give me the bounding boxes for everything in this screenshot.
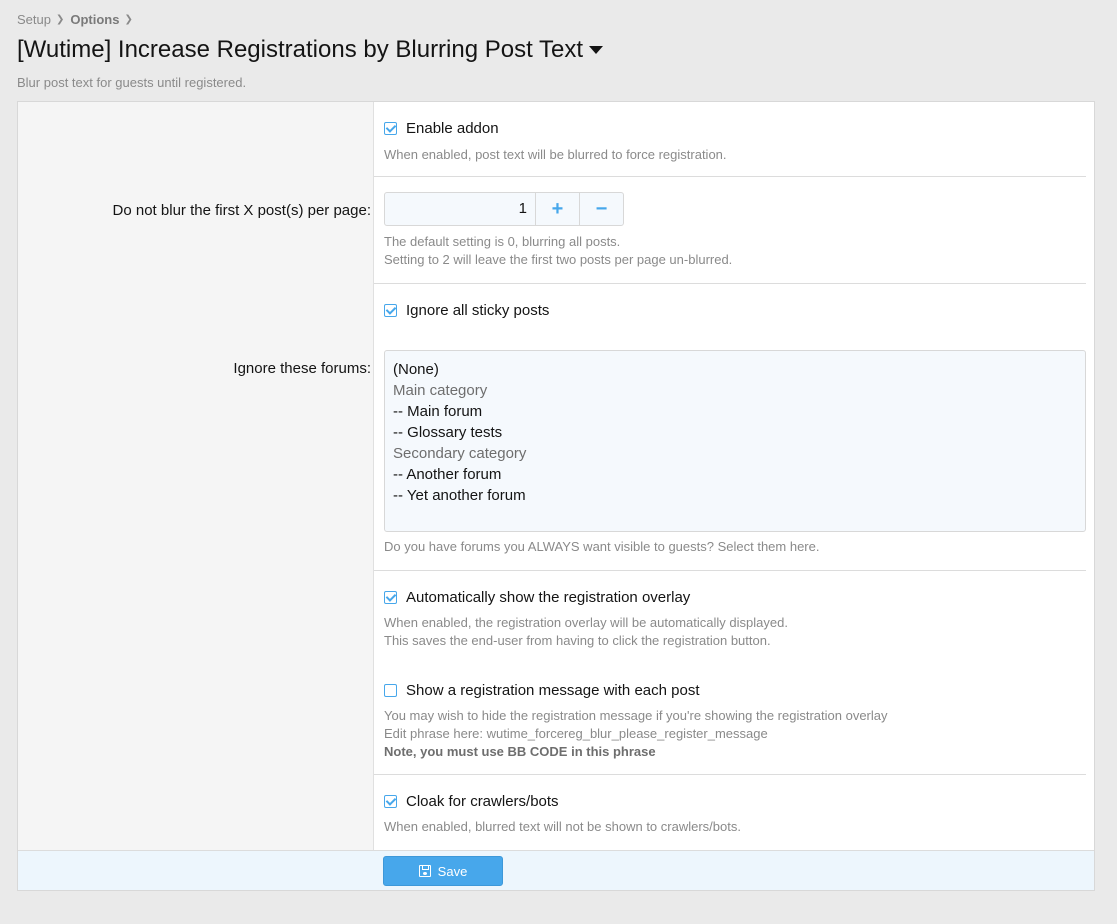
chevron-right-icon: ❯ <box>55 14 65 25</box>
page: Setup ❯ Options ❯ [Wutime] Increase Regi… <box>0 0 1117 924</box>
options-panel: Enable addon When enabled, post text wil… <box>17 101 1095 891</box>
decrement-button[interactable]: − <box>579 193 623 225</box>
forum-optgroup: Main category <box>393 382 488 399</box>
form-footer: Save <box>18 850 1094 890</box>
divider <box>374 283 1086 284</box>
reg-message-checkbox-row[interactable]: Show a registration message with each po… <box>384 682 700 699</box>
cloak-checkbox-row[interactable]: Cloak for crawlers/bots <box>384 793 559 810</box>
breadcrumb: Setup ❯ Options ❯ <box>17 12 139 27</box>
auto-overlay-checkbox-row[interactable]: Automatically show the registration over… <box>384 589 690 606</box>
auto-overlay-hint-2: This saves the end-user from having to c… <box>384 633 771 648</box>
reg-message-hint-1: You may wish to hide the registration me… <box>384 708 888 723</box>
breadcrumb-options[interactable]: Options <box>70 12 119 27</box>
cloak-label: Cloak for crawlers/bots <box>406 793 559 810</box>
chevron-right-icon: ❯ <box>124 14 133 25</box>
first-posts-label: Do not blur the first X post(s) per page… <box>112 202 371 219</box>
reg-message-hint-2: Edit phrase here: wutime_forcereg_blur_p… <box>384 726 768 741</box>
ignore-sticky-checkbox-row[interactable]: Ignore all sticky posts <box>384 302 549 319</box>
enable-addon-checkbox[interactable] <box>384 122 397 135</box>
save-button-label: Save <box>437 863 468 879</box>
reg-message-hint-3: Note, you must use BB CODE in this phras… <box>384 743 656 761</box>
increment-button[interactable]: + <box>536 193 579 225</box>
first-posts-input[interactable]: 1 <box>385 193 536 225</box>
forum-option[interactable]: -- Yet another forum <box>393 485 1077 506</box>
save-icon <box>418 865 431 877</box>
divider <box>374 774 1086 775</box>
cloak-hint: When enabled, blurred text will not be s… <box>384 819 741 834</box>
forum-option[interactable]: -- Glossary tests <box>393 422 1077 443</box>
divider <box>374 570 1086 571</box>
page-title: [Wutime] Increase Registrations by Blurr… <box>17 36 604 64</box>
save-button[interactable]: Save <box>383 856 503 886</box>
first-posts-stepper: 1 + − <box>384 192 624 226</box>
forum-option[interactable]: -- Main forum <box>393 401 1077 422</box>
first-posts-hint-2: Setting to 2 will leave the first two po… <box>384 252 733 267</box>
ignore-forums-hint: Do you have forums you ALWAYS want visib… <box>384 539 820 554</box>
auto-overlay-checkbox[interactable] <box>384 591 397 604</box>
reg-message-checkbox[interactable] <box>384 684 397 697</box>
ignore-forums-label: Ignore these forums: <box>233 360 371 377</box>
reg-message-label: Show a registration message with each po… <box>406 682 700 699</box>
auto-overlay-label: Automatically show the registration over… <box>406 589 691 606</box>
divider <box>374 176 1086 177</box>
enable-addon-checkbox-row[interactable]: Enable addon <box>384 120 499 137</box>
page-title-text: [Wutime] Increase Registrations by Blurr… <box>17 36 584 63</box>
forum-option[interactable]: (None) <box>393 359 1077 380</box>
page-description: Blur post text for guests until register… <box>17 75 247 90</box>
forum-option[interactable]: -- Another forum <box>393 464 1077 485</box>
auto-overlay-hint-1: When enabled, the registration overlay w… <box>384 615 788 630</box>
cloak-checkbox[interactable] <box>384 795 397 808</box>
reg-message-hint-3-bold: Note, you must use BB CODE in this phras… <box>384 744 656 759</box>
ignore-sticky-label: Ignore all sticky posts <box>406 302 550 319</box>
enable-addon-label: Enable addon <box>406 120 499 137</box>
forum-optgroup: Secondary category <box>393 445 527 462</box>
ignore-forums-select[interactable]: (None) Main category -- Main forum -- Gl… <box>384 350 1086 532</box>
ignore-sticky-checkbox[interactable] <box>384 304 397 317</box>
caret-down-icon[interactable] <box>589 46 604 54</box>
enable-addon-hint: When enabled, post text will be blurred … <box>384 147 727 162</box>
first-posts-hint-1: The default setting is 0, blurring all p… <box>384 234 621 249</box>
breadcrumb-setup[interactable]: Setup <box>17 12 51 27</box>
